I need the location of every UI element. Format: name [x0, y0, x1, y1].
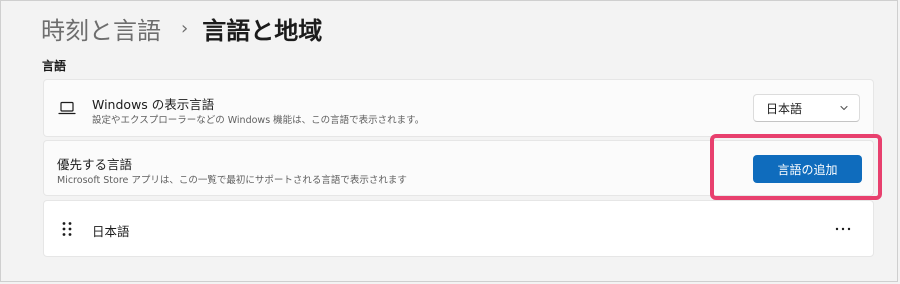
breadcrumb: 時刻と言語 › 言語と地域	[41, 10, 322, 46]
display-language-dropdown[interactable]: 日本語	[753, 94, 860, 122]
laptop-icon	[58, 101, 76, 115]
add-language-button[interactable]: 言語の追加	[753, 155, 862, 183]
section-heading-language: 言語	[42, 59, 67, 73]
language-name: 日本語	[92, 224, 130, 239]
more-dots-icon	[835, 227, 851, 231]
display-language-title: Windows の表示言語	[92, 97, 215, 112]
preferred-languages-description: Microsoft Store アプリは、この一覧で最初にサポートされる言語で表…	[57, 175, 407, 186]
preferred-languages-card: 優先する言語 Microsoft Store アプリは、この一覧で最初にサポート…	[43, 140, 874, 196]
drag-handle-icon[interactable]	[61, 221, 73, 237]
more-options-icon[interactable]	[831, 221, 855, 237]
page-title: 言語と地域	[202, 16, 323, 45]
language-list-item[interactable]: 日本語	[43, 200, 874, 257]
display-language-description: 設定やエクスプローラーなどの Windows 機能は、この言語で表示されます。	[92, 115, 425, 126]
display-language-card: Windows の表示言語 設定やエクスプローラーなどの Windows 機能は…	[43, 79, 874, 137]
display-language-selected-value: 日本語	[766, 101, 803, 116]
chevron-down-icon	[840, 105, 848, 111]
preferred-languages-title: 優先する言語	[57, 157, 133, 172]
breadcrumb-parent-link[interactable]: 時刻と言語	[41, 11, 161, 46]
breadcrumb-separator-icon: ›	[181, 17, 189, 39]
